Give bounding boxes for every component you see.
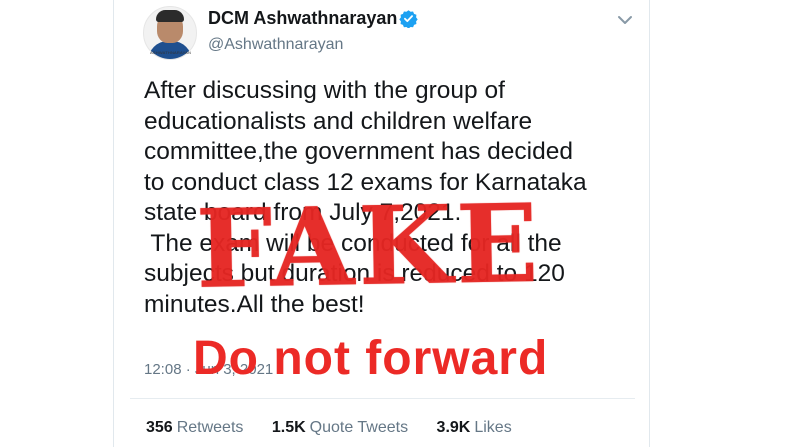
likes-stat[interactable]: 3.9K Likes	[437, 419, 512, 437]
user-handle[interactable]: @Ashwathnarayan	[208, 36, 343, 54]
retweets-stat[interactable]: 356 Retweets	[146, 419, 243, 437]
engagement-stats: 356 Retweets 1.5K Quote Tweets 3.9K Likes	[146, 419, 536, 437]
tweet-text-line: After discussing with the group of	[144, 77, 505, 104]
retweets-label: Retweets	[176, 419, 244, 436]
display-name[interactable]: DCM Ashwathnarayan	[208, 8, 397, 29]
divider	[130, 398, 635, 399]
quote-tweets-stat[interactable]: 1.5K Quote Tweets	[272, 419, 408, 437]
verified-badge-icon	[399, 10, 418, 28]
chevron-down-icon[interactable]	[617, 14, 633, 26]
tweet-text-line: educationalists and children welfare	[144, 107, 533, 135]
quote-tweets-label: Quote Tweets	[309, 419, 409, 436]
likes-count: 3.9K	[436, 419, 471, 436]
tweet-text-line: committee,the government has decided	[144, 138, 573, 165]
likes-label: Likes	[474, 419, 512, 436]
avatar-hair	[156, 10, 184, 22]
avatar-caption: ASHWATHNARAYAN	[150, 50, 192, 55]
fake-stamp: FAKE	[194, 180, 544, 314]
page: ASHWATHNARAYAN DCM Ashwathnarayan @Ashwa…	[0, 0, 795, 447]
retweets-count: 356	[146, 419, 173, 436]
quote-tweets-count: 1.5K	[271, 419, 306, 436]
do-not-forward-warning: Do not forward	[193, 332, 549, 385]
